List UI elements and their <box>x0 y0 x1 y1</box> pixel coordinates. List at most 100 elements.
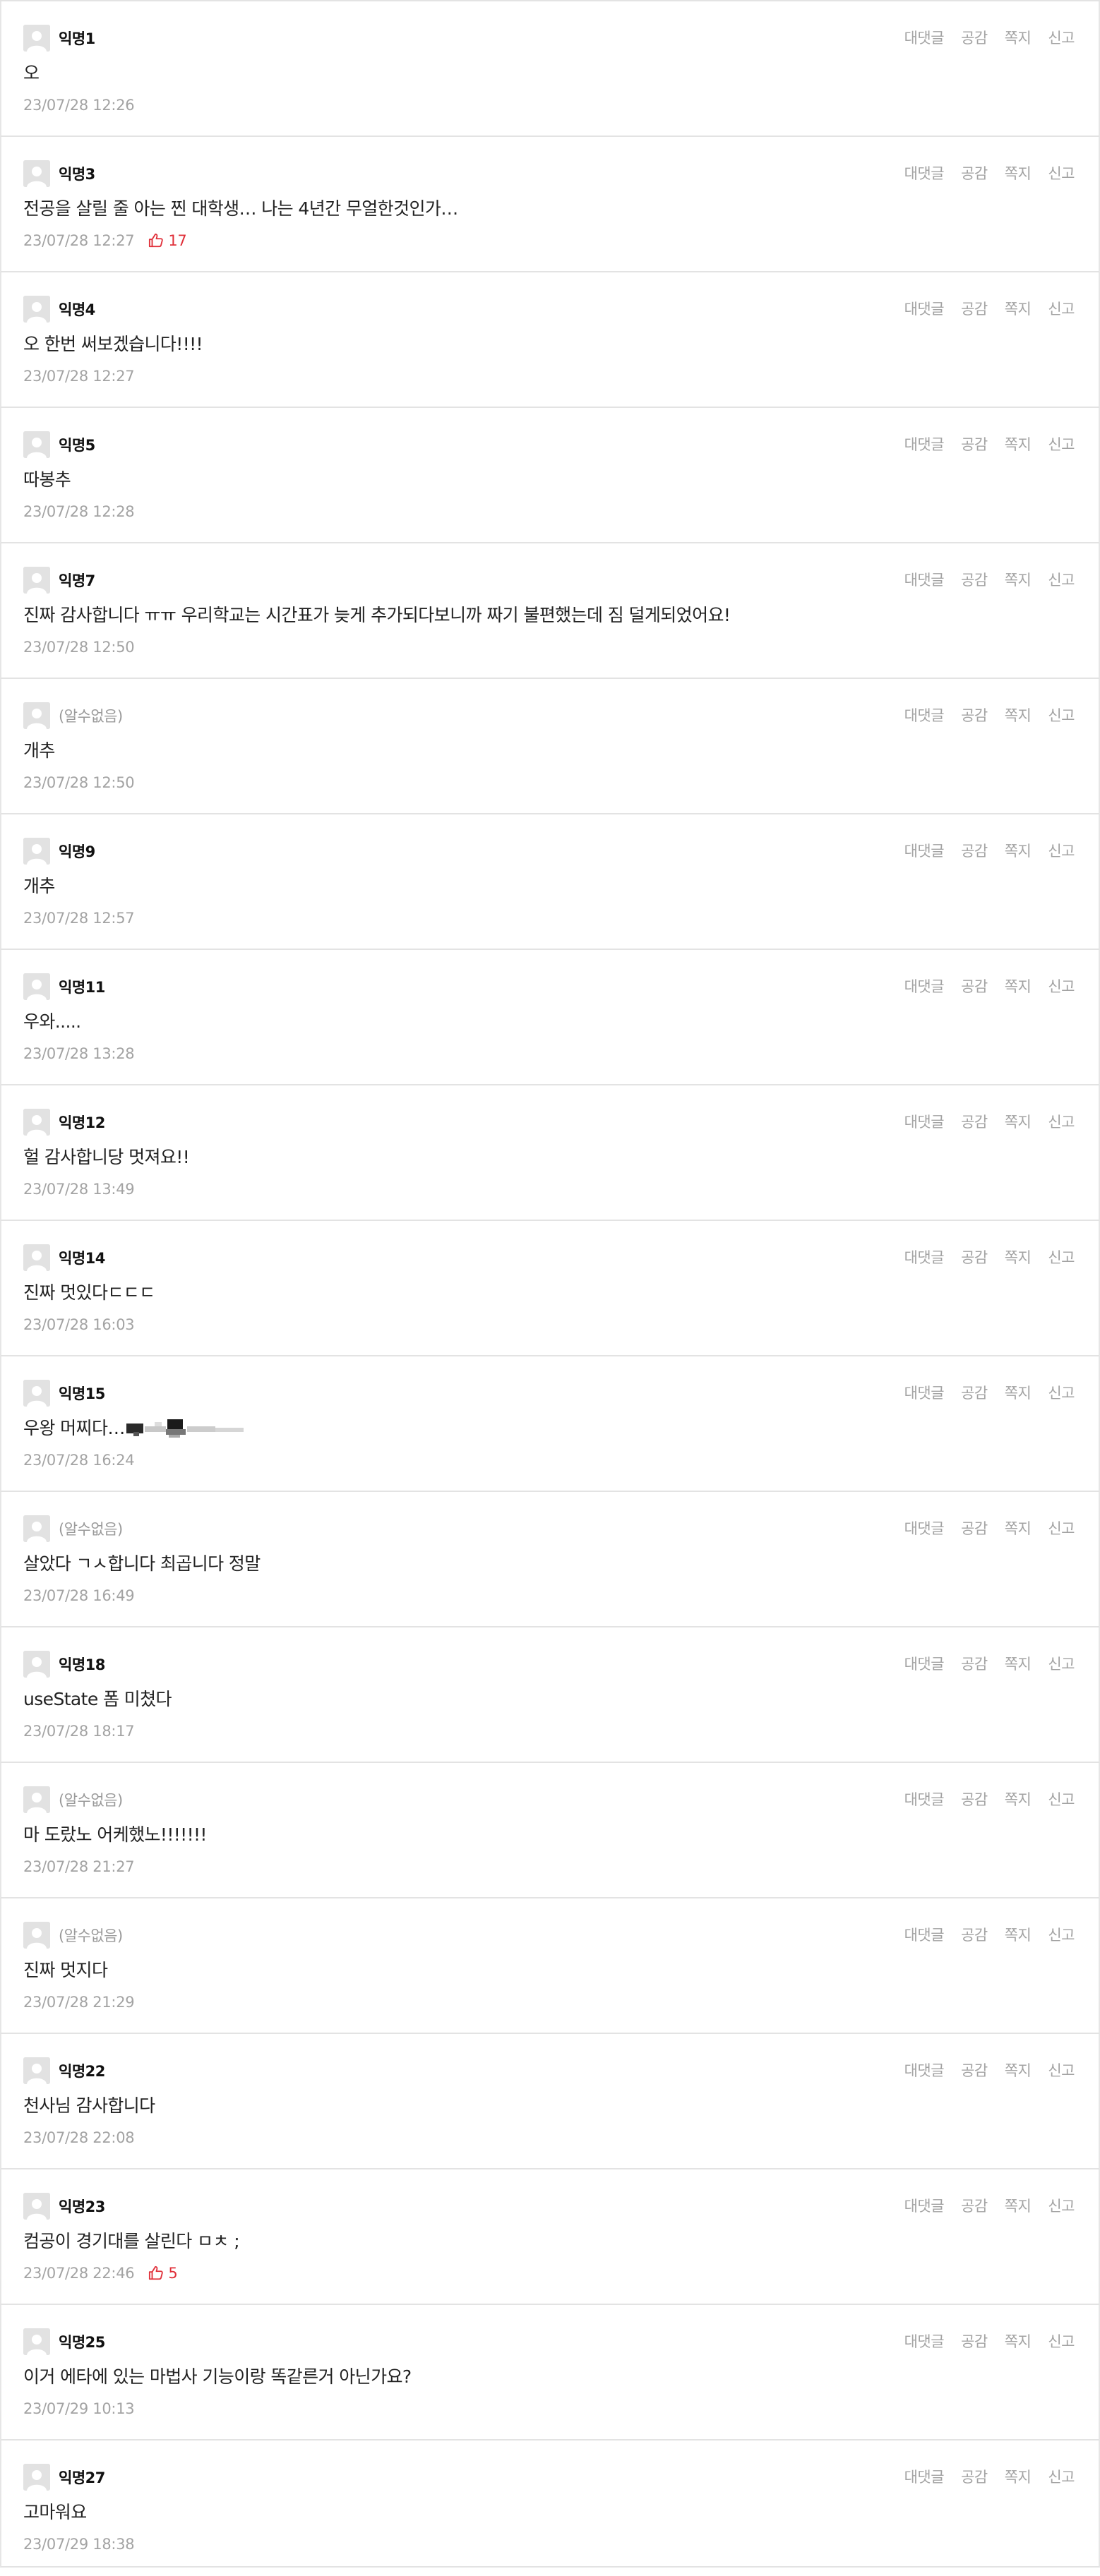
like-button[interactable]: 공감 <box>961 2330 988 2352</box>
like-button[interactable]: 공감 <box>961 569 988 590</box>
comment-nickname: 익명5 <box>59 437 95 454</box>
like-button[interactable]: 공감 <box>961 1111 988 1132</box>
report-button[interactable]: 신고 <box>1048 162 1075 183</box>
reply-button[interactable]: 대댓글 <box>904 1382 945 1403</box>
avatar-icon <box>23 1922 50 1949</box>
reply-button[interactable]: 대댓글 <box>904 162 945 183</box>
like-button[interactable]: 공감 <box>961 704 988 726</box>
reply-button[interactable]: 대댓글 <box>904 1246 945 1268</box>
message-button[interactable]: 쪽지 <box>1005 704 1032 726</box>
comment-meta: 23/07/28 16:03 <box>23 1316 135 1333</box>
message-button[interactable]: 쪽지 <box>1005 1517 1032 1539</box>
message-button[interactable]: 쪽지 <box>1005 162 1032 183</box>
report-button[interactable]: 신고 <box>1048 1382 1075 1403</box>
reply-button[interactable]: 대댓글 <box>904 1924 945 1945</box>
report-button[interactable]: 신고 <box>1048 1788 1075 1810</box>
reply-button[interactable]: 대댓글 <box>904 2195 945 2216</box>
reply-button[interactable]: 대댓글 <box>904 1517 945 1539</box>
like-button[interactable]: 공감 <box>961 162 988 183</box>
comment-actions: 대댓글 공감 쪽지 신고 <box>887 1788 1075 1810</box>
report-button[interactable]: 신고 <box>1048 704 1075 726</box>
report-button[interactable]: 신고 <box>1048 840 1075 861</box>
comment-actions: 대댓글 공감 쪽지 신고 <box>887 2195 1075 2216</box>
report-button[interactable]: 신고 <box>1048 27 1075 48</box>
comment-actions: 대댓글 공감 쪽지 신고 <box>887 1653 1075 1674</box>
like-button[interactable]: 공감 <box>961 1653 988 1674</box>
like-button[interactable]: 공감 <box>961 2195 988 2216</box>
reply-button[interactable]: 대댓글 <box>904 840 945 861</box>
like-button[interactable]: 공감 <box>961 1382 988 1403</box>
like-button[interactable]: 공감 <box>961 1788 988 1810</box>
reply-button[interactable]: 대댓글 <box>904 298 945 319</box>
comment-nickname: 익명25 <box>59 2334 105 2351</box>
like-button[interactable]: 공감 <box>961 298 988 319</box>
message-button[interactable]: 쪽지 <box>1005 1382 1032 1403</box>
message-button[interactable]: 쪽지 <box>1005 298 1032 319</box>
report-button[interactable]: 신고 <box>1048 2466 1075 2487</box>
reply-button[interactable]: 대댓글 <box>904 975 945 997</box>
reply-button[interactable]: 대댓글 <box>904 569 945 590</box>
comment-meta: 23/07/28 12:26 <box>23 97 135 114</box>
message-button[interactable]: 쪽지 <box>1005 1653 1032 1674</box>
comment-time: 23/07/28 16:24 <box>23 1452 135 1469</box>
avatar-icon <box>23 973 50 1000</box>
comment-item: 익명4 대댓글 공감 쪽지 신고 오 한번 써보겠습니다!!!! 23/07/2… <box>0 272 1100 408</box>
comment-profile: 익명27 <box>23 2464 105 2491</box>
report-button[interactable]: 신고 <box>1048 569 1075 590</box>
reply-button[interactable]: 대댓글 <box>904 2466 945 2487</box>
avatar-icon <box>23 567 50 594</box>
report-button[interactable]: 신고 <box>1048 1246 1075 1268</box>
reply-button[interactable]: 대댓글 <box>904 1788 945 1810</box>
like-button[interactable]: 공감 <box>961 840 988 861</box>
report-button[interactable]: 신고 <box>1048 433 1075 455</box>
report-button[interactable]: 신고 <box>1048 1653 1075 1674</box>
message-button[interactable]: 쪽지 <box>1005 1111 1032 1132</box>
report-button[interactable]: 신고 <box>1048 2330 1075 2352</box>
message-button[interactable]: 쪽지 <box>1005 2466 1032 2487</box>
like-button[interactable]: 공감 <box>961 1517 988 1539</box>
message-button[interactable]: 쪽지 <box>1005 975 1032 997</box>
reply-button[interactable]: 대댓글 <box>904 1653 945 1674</box>
comment-item: 익명25 대댓글 공감 쪽지 신고 이거 에타에 있는 마법사 기능이랑 똑같른… <box>0 2305 1100 2440</box>
message-button[interactable]: 쪽지 <box>1005 1924 1032 1945</box>
like-button[interactable]: 공감 <box>961 975 988 997</box>
reply-button[interactable]: 대댓글 <box>904 27 945 48</box>
message-button[interactable]: 쪽지 <box>1005 433 1032 455</box>
message-button[interactable]: 쪽지 <box>1005 1246 1032 1268</box>
report-button[interactable]: 신고 <box>1048 975 1075 997</box>
comment-item: 익명18 대댓글 공감 쪽지 신고 useState 폼 미쳤다 23/07/2… <box>0 1627 1100 1763</box>
message-button[interactable]: 쪽지 <box>1005 2059 1032 2081</box>
message-button[interactable]: 쪽지 <box>1005 1788 1032 1810</box>
comment-nickname: (알수없음) <box>59 1792 123 1809</box>
like-button[interactable]: 공감 <box>961 2059 988 2081</box>
report-button[interactable]: 신고 <box>1048 1111 1075 1132</box>
report-button[interactable]: 신고 <box>1048 1517 1075 1539</box>
comment-list: 익명1 대댓글 공감 쪽지 신고 오 23/07/28 12:26 익명3 대댓… <box>0 0 1100 2576</box>
comment-time: 23/07/28 13:28 <box>23 1045 135 1062</box>
report-button[interactable]: 신고 <box>1048 2059 1075 2081</box>
message-button[interactable]: 쪽지 <box>1005 569 1032 590</box>
message-button[interactable]: 쪽지 <box>1005 2330 1032 2352</box>
reply-button[interactable]: 대댓글 <box>904 1111 945 1132</box>
like-button[interactable]: 공감 <box>961 433 988 455</box>
message-button[interactable]: 쪽지 <box>1005 840 1032 861</box>
like-button[interactable]: 공감 <box>961 1246 988 1268</box>
comment-item: 익명11 대댓글 공감 쪽지 신고 우와..... 23/07/28 13:28 <box>0 950 1100 1085</box>
comment-text-content: 우왕 머찌다… <box>23 1418 125 1438</box>
message-button[interactable]: 쪽지 <box>1005 2195 1032 2216</box>
comment-profile: (알수없음) <box>23 1786 123 1813</box>
message-button[interactable]: 쪽지 <box>1005 27 1032 48</box>
reply-button[interactable]: 대댓글 <box>904 2330 945 2352</box>
like-button[interactable]: 공감 <box>961 27 988 48</box>
avatar-icon <box>23 2057 50 2084</box>
comment-nickname: 익명15 <box>59 1385 105 1402</box>
reply-button[interactable]: 대댓글 <box>904 433 945 455</box>
report-button[interactable]: 신고 <box>1048 298 1075 319</box>
reply-button[interactable]: 대댓글 <box>904 2059 945 2081</box>
reply-button[interactable]: 대댓글 <box>904 704 945 726</box>
like-button[interactable]: 공감 <box>961 1924 988 1945</box>
comment-actions: 대댓글 공감 쪽지 신고 <box>887 2059 1075 2081</box>
like-button[interactable]: 공감 <box>961 2466 988 2487</box>
report-button[interactable]: 신고 <box>1048 1924 1075 1945</box>
report-button[interactable]: 신고 <box>1048 2195 1075 2216</box>
